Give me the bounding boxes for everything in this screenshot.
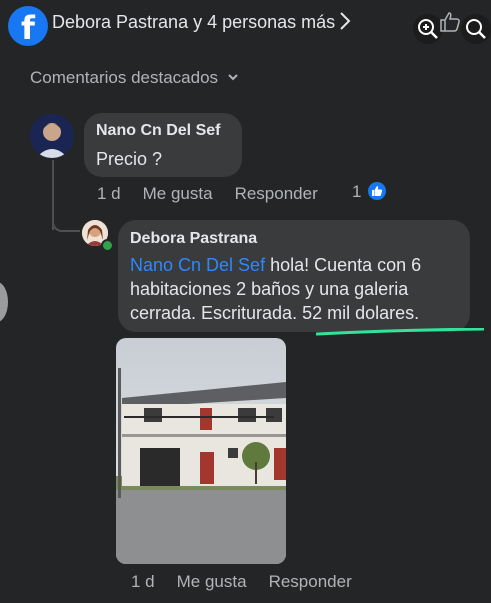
like-link[interactable]: Me gusta xyxy=(143,184,213,204)
comment-line: habitaciones 2 baños y una galeria xyxy=(130,279,409,299)
reply-link[interactable]: Responder xyxy=(269,572,352,592)
comment-time[interactable]: 1 d xyxy=(131,572,155,592)
comment-actions: 1 d Me gusta Responder xyxy=(97,184,340,204)
post-reactors-title[interactable]: Debora Pastrana y 4 personas más xyxy=(52,12,335,33)
comment-line-text: hola! Cuenta con 6 xyxy=(265,255,422,275)
comment-time[interactable]: 1 d xyxy=(97,184,121,204)
search-icon xyxy=(466,19,486,39)
avatar[interactable] xyxy=(30,114,74,158)
comment-line: Nano Cn Del Sef hola! Cuenta con 6 xyxy=(130,253,465,277)
comment-author[interactable]: Debora Pastrana xyxy=(130,230,257,248)
sort-label: Comentarios destacados xyxy=(30,68,219,87)
reply-link[interactable]: Responder xyxy=(235,184,318,204)
highlight-underline xyxy=(316,328,484,336)
house-photo-image xyxy=(116,338,286,564)
comment-text: Precio ? xyxy=(96,149,163,169)
comment-bubble[interactable]: Nano Cn Del Sef Precio ? xyxy=(84,113,242,177)
search-button[interactable] xyxy=(461,14,491,44)
chevron-right-icon[interactable] xyxy=(338,10,352,38)
like-reaction-icon xyxy=(368,182,387,200)
top-bar: f Debora Pastrana y 4 personas más xyxy=(0,0,491,48)
online-status-dot xyxy=(101,239,114,252)
comment-author[interactable]: Nano Cn Del Sef xyxy=(96,122,220,140)
comment-bubble[interactable]: Debora Pastrana Nano Cn Del Sef hola! Cu… xyxy=(118,220,470,332)
chevron-down-icon xyxy=(228,74,238,81)
reaction-summary[interactable]: 1 xyxy=(352,182,387,202)
edge-handle[interactable] xyxy=(0,282,8,322)
comment-line: cerrada. Escriturada. 52 mil dolares. xyxy=(130,303,420,323)
comment-actions: 1 d Me gusta Responder xyxy=(131,572,374,592)
thread-line-elbow xyxy=(52,218,80,232)
like-link[interactable]: Me gusta xyxy=(177,572,247,592)
comment-text: Nano Cn Del Sef hola! Cuenta con 6 habit… xyxy=(130,253,465,325)
sort-comments-dropdown[interactable]: Comentarios destacados xyxy=(30,68,239,88)
thumbs-up-outline-icon[interactable] xyxy=(438,10,462,34)
mention-link[interactable]: Nano Cn Del Sef xyxy=(130,255,265,275)
comment-photo[interactable] xyxy=(116,338,286,564)
facebook-logo-icon[interactable]: f xyxy=(8,6,48,47)
reaction-count: 1 xyxy=(352,182,362,201)
